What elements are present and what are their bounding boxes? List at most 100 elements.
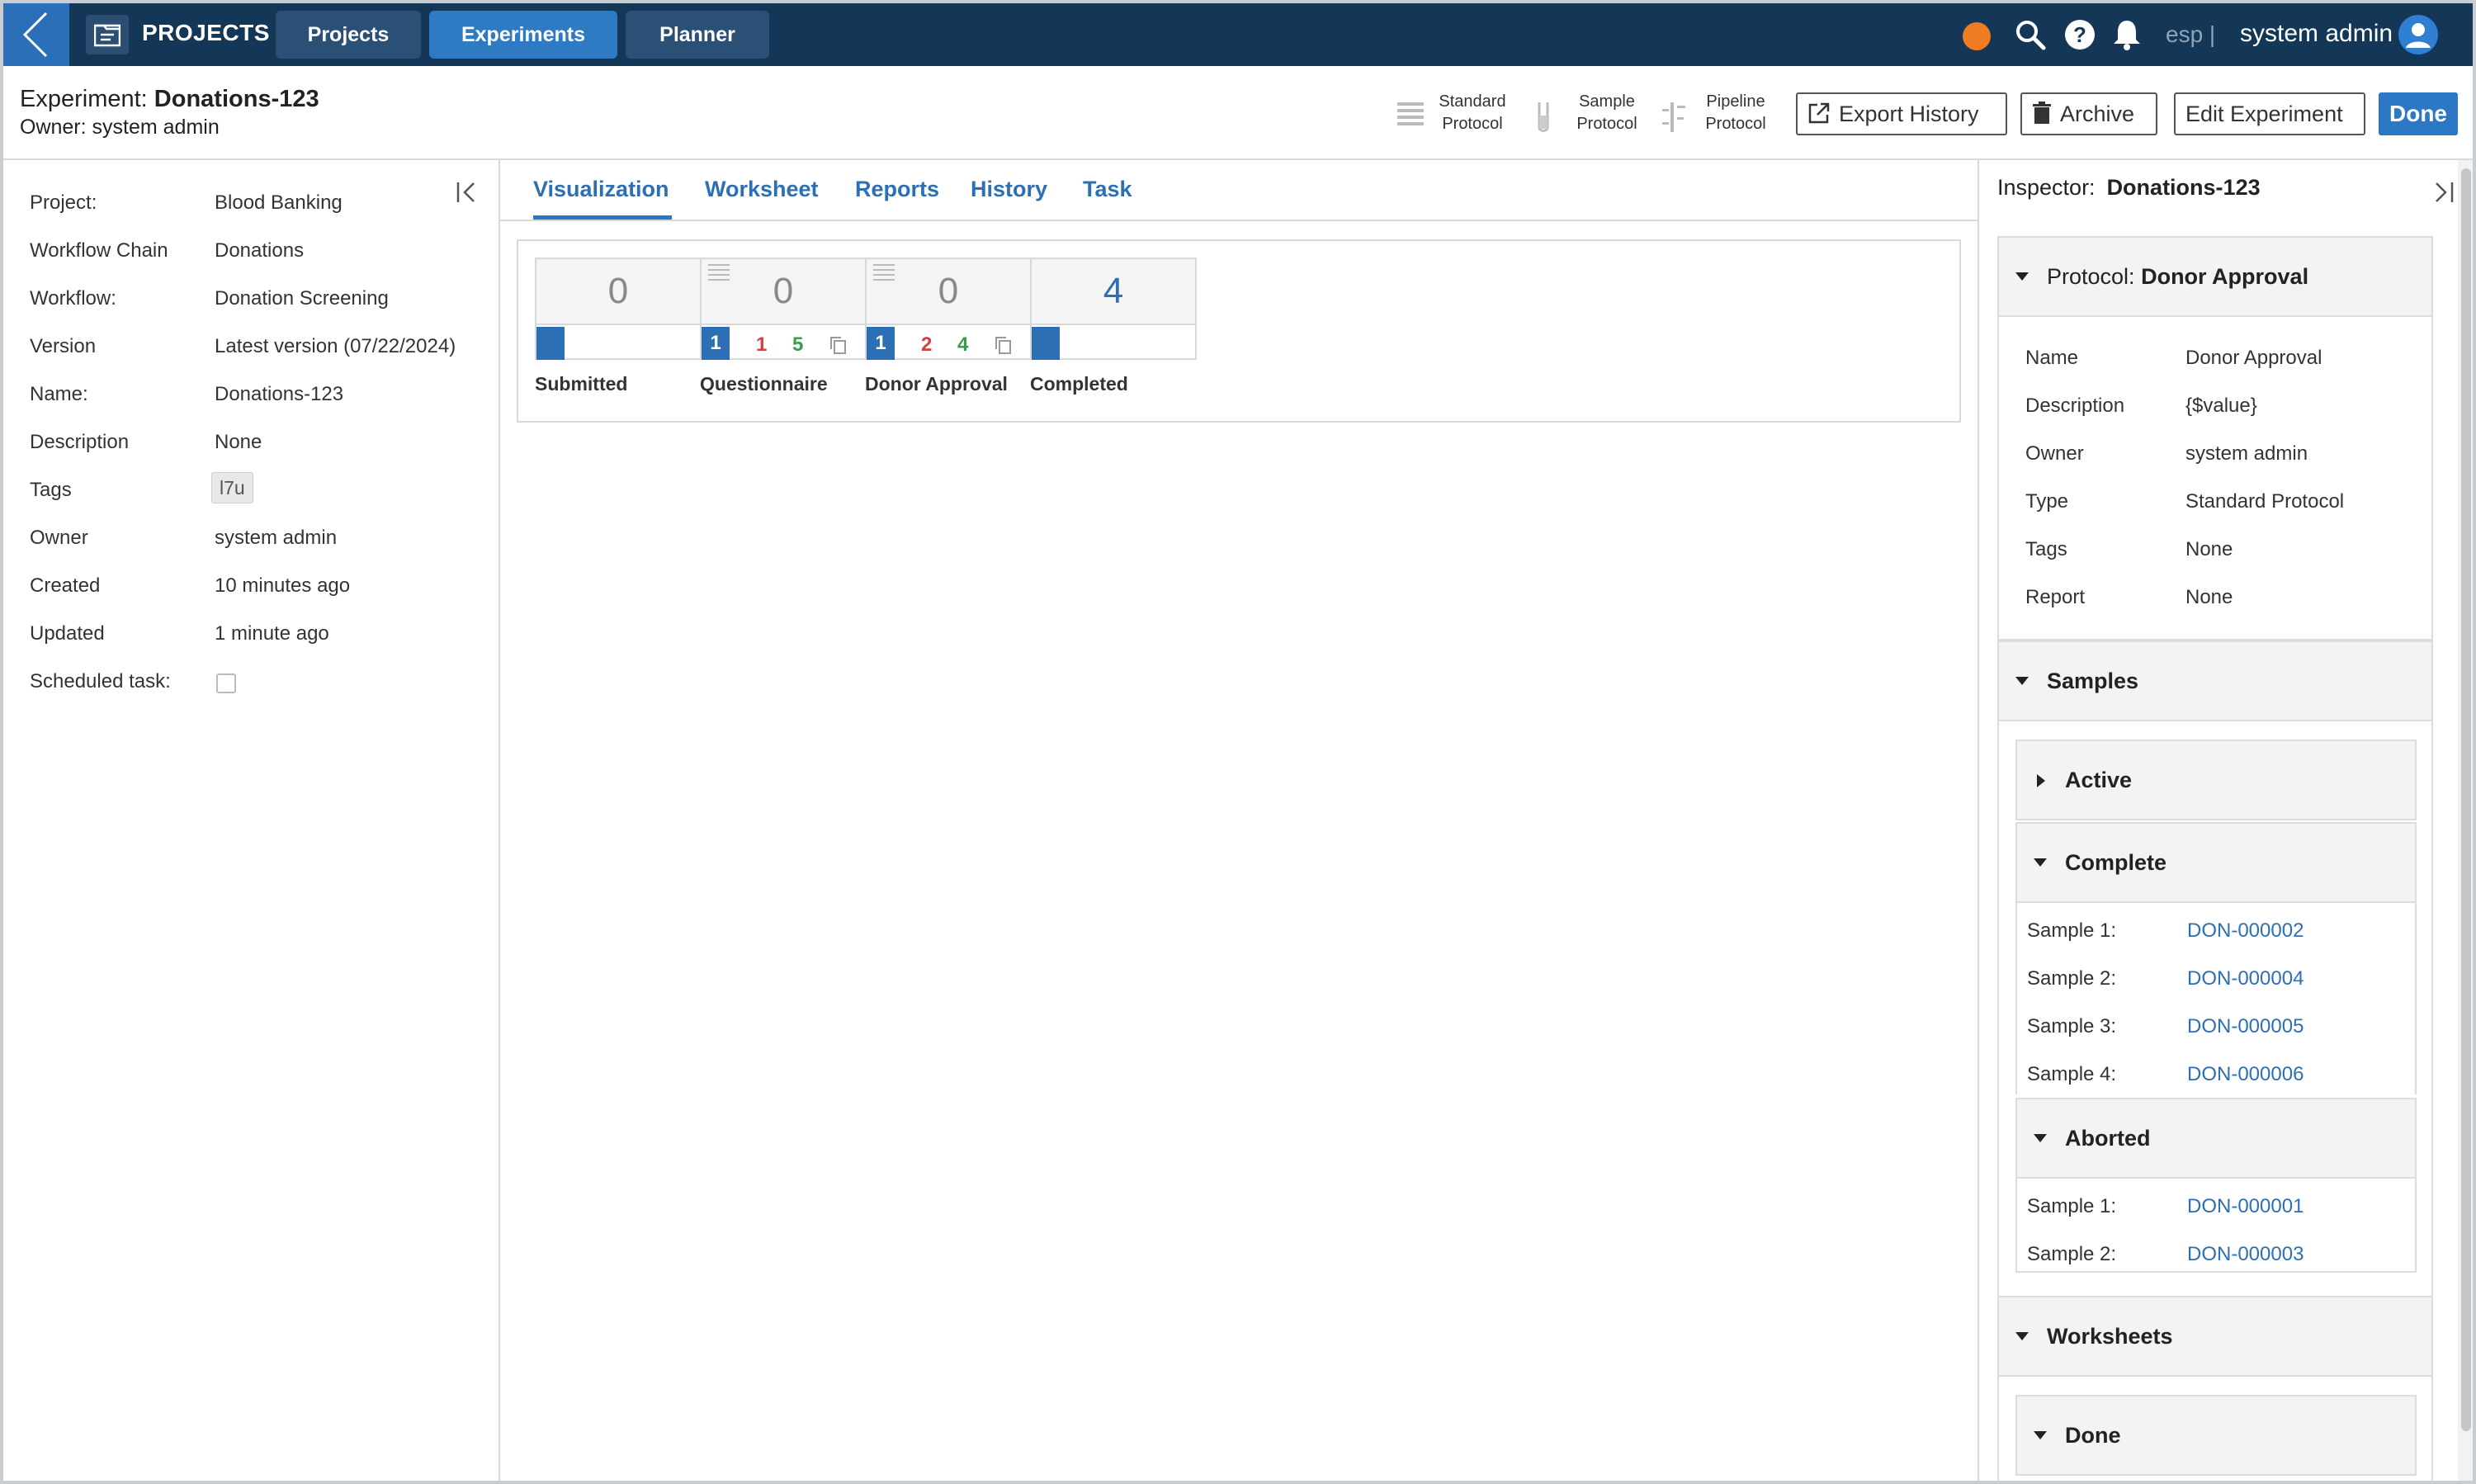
standard-protocol-button[interactable]: Standard Protocol [1396,91,1512,137]
node-count: 0 [773,271,794,311]
node-active-count: 1 [702,327,730,360]
detail-value: Donations-123 [215,383,344,405]
protocol-value: system admin [2185,442,2308,465]
standard-protocol-icon [1397,102,1424,125]
node-count: 0 [607,271,629,311]
node-failed-count: 1 [756,333,768,356]
inspector-panel: Inspector: Donations-123 Protocol: Donor … [1977,160,2456,1481]
sample-key: Sample 3: [2027,1015,2117,1037]
sample-key: Sample 2: [2027,967,2117,990]
sample-link[interactable]: DON-000005 [2187,1015,2304,1038]
owner-line: Owner: system admin [20,116,220,139]
page-title: Experiment: Donations-123 [20,86,319,113]
complete-samples-header[interactable]: Complete [2015,822,2417,903]
detail-key: Project: [30,191,97,214]
tab-reports[interactable]: Reports [855,177,939,202]
done-worksheets-title: Done [2065,1423,2121,1448]
node-header: 0 [536,259,700,325]
nav-tab-experiments[interactable]: Experiments [429,11,617,59]
node-label: Completed [1030,373,1128,395]
node-header: 0 [702,259,865,325]
detail-value: None [215,431,262,453]
protocol-section-title: Protocol: Donor Approval [2047,264,2308,290]
main-content: Visualization Worksheet Reports History … [500,160,1977,1481]
collapse-right-icon[interactable] [2431,180,2455,205]
status-indicator[interactable] [1963,22,1991,50]
detail-key: Workflow: [30,287,116,310]
node-label: Donor Approval [865,373,1008,395]
protocol-value: Donor Approval [2185,347,2322,369]
protocol-key: Type [2025,490,2069,513]
protocol-key: Owner [2025,442,2084,465]
scheduled-task-checkbox[interactable] [216,673,236,693]
aborted-samples-header[interactable]: Aborted [2015,1098,2417,1179]
sample-link[interactable]: DON-000001 [2187,1195,2304,1218]
protocol-key: Tags [2025,538,2067,560]
caret-down-icon [2034,858,2047,867]
workflow-node-completed[interactable]: 4 [1030,258,1197,360]
protocol-key: Name [2025,347,2079,369]
tab-task[interactable]: Task [1083,177,1132,202]
caret-down-icon [2034,1134,2047,1142]
detail-key: Tags [30,479,72,501]
tab-worksheet[interactable]: Worksheet [705,177,819,202]
back-button[interactable] [3,3,69,66]
help-icon[interactable]: ? [2063,18,2096,51]
active-tab-indicator [533,215,672,220]
node-count: 0 [938,271,959,311]
workflow-node-questionnaire[interactable]: 0 1 1 5 [700,258,867,360]
node-label: Submitted [535,373,628,395]
detail-key: Description [30,431,130,453]
tab-history[interactable]: History [971,177,1047,202]
sample-protocol-button[interactable]: Sample Protocol [1535,91,1646,137]
sample-link[interactable]: DON-000002 [2187,919,2304,943]
pipeline-protocol-button[interactable]: Pipeline Protocol [1661,91,1773,137]
detail-key: Updated [30,622,105,645]
workflow-node-submitted[interactable]: 0 [535,258,702,360]
inspector-label: Inspector: [1997,175,2096,200]
bell-icon[interactable] [2111,18,2143,51]
external-link-icon [1808,103,1830,124]
done-button[interactable]: Done [2379,92,2458,135]
active-samples-header[interactable]: Active [2015,740,2417,820]
nav-tab-planner[interactable]: Planner [626,11,769,59]
user-avatar-icon[interactable] [2398,15,2438,54]
sample-link[interactable]: DON-000004 [2187,967,2304,990]
detail-value: system admin [215,527,338,549]
back-chevron-icon [22,12,48,58]
tab-visualization[interactable]: Visualization [533,177,669,202]
detail-key: Name: [30,383,88,405]
worksheets-section-header[interactable]: Worksheets [1997,1296,2433,1377]
archive-button[interactable]: Archive [2020,92,2157,135]
tag-chip[interactable]: l7u [211,472,253,503]
search-icon[interactable] [2014,18,2047,51]
sample-link[interactable]: DON-000006 [2187,1063,2304,1086]
caret-down-icon [2015,272,2029,281]
protocol-section-header[interactable]: Protocol: Donor Approval [1997,236,2433,317]
node-done-count: 5 [792,333,804,356]
protocol-label-line2: Protocol [1705,115,1766,133]
detail-value: Donations [215,239,305,262]
sample-tube-icon [1538,102,1549,132]
workflow-node-donor-approval[interactable]: 0 1 2 4 [865,258,1032,360]
projects-folder-icon [86,15,129,54]
export-history-button[interactable]: Export History [1796,92,2007,135]
nav-tab-projects[interactable]: Projects [276,11,421,59]
edit-experiment-button[interactable]: Edit Experiment [2174,92,2365,135]
sample-link[interactable]: DON-000003 [2187,1243,2304,1266]
user-name[interactable]: system admin [2240,20,2393,48]
copy-icon[interactable] [994,335,1012,355]
protocol-value: {$value} [2185,395,2257,417]
done-worksheets-header[interactable]: Done [2015,1395,2417,1476]
collapse-left-icon[interactable] [456,180,479,205]
copy-icon[interactable] [829,335,847,355]
worksheets-title: Worksheets [2047,1324,2173,1349]
experiment-header: Experiment: Donations-123 Owner: system … [3,66,2473,160]
node-header: 0 [867,259,1030,325]
experiment-name: Donations-123 [154,86,319,112]
inspector-scrollbar-thumb[interactable] [2461,168,2471,1431]
samples-section-header[interactable]: Samples [1997,640,2433,721]
tenant-label: esp | [2166,21,2216,47]
caret-down-icon [2034,1431,2047,1439]
detail-value: Latest version (07/22/2024) [215,335,456,357]
